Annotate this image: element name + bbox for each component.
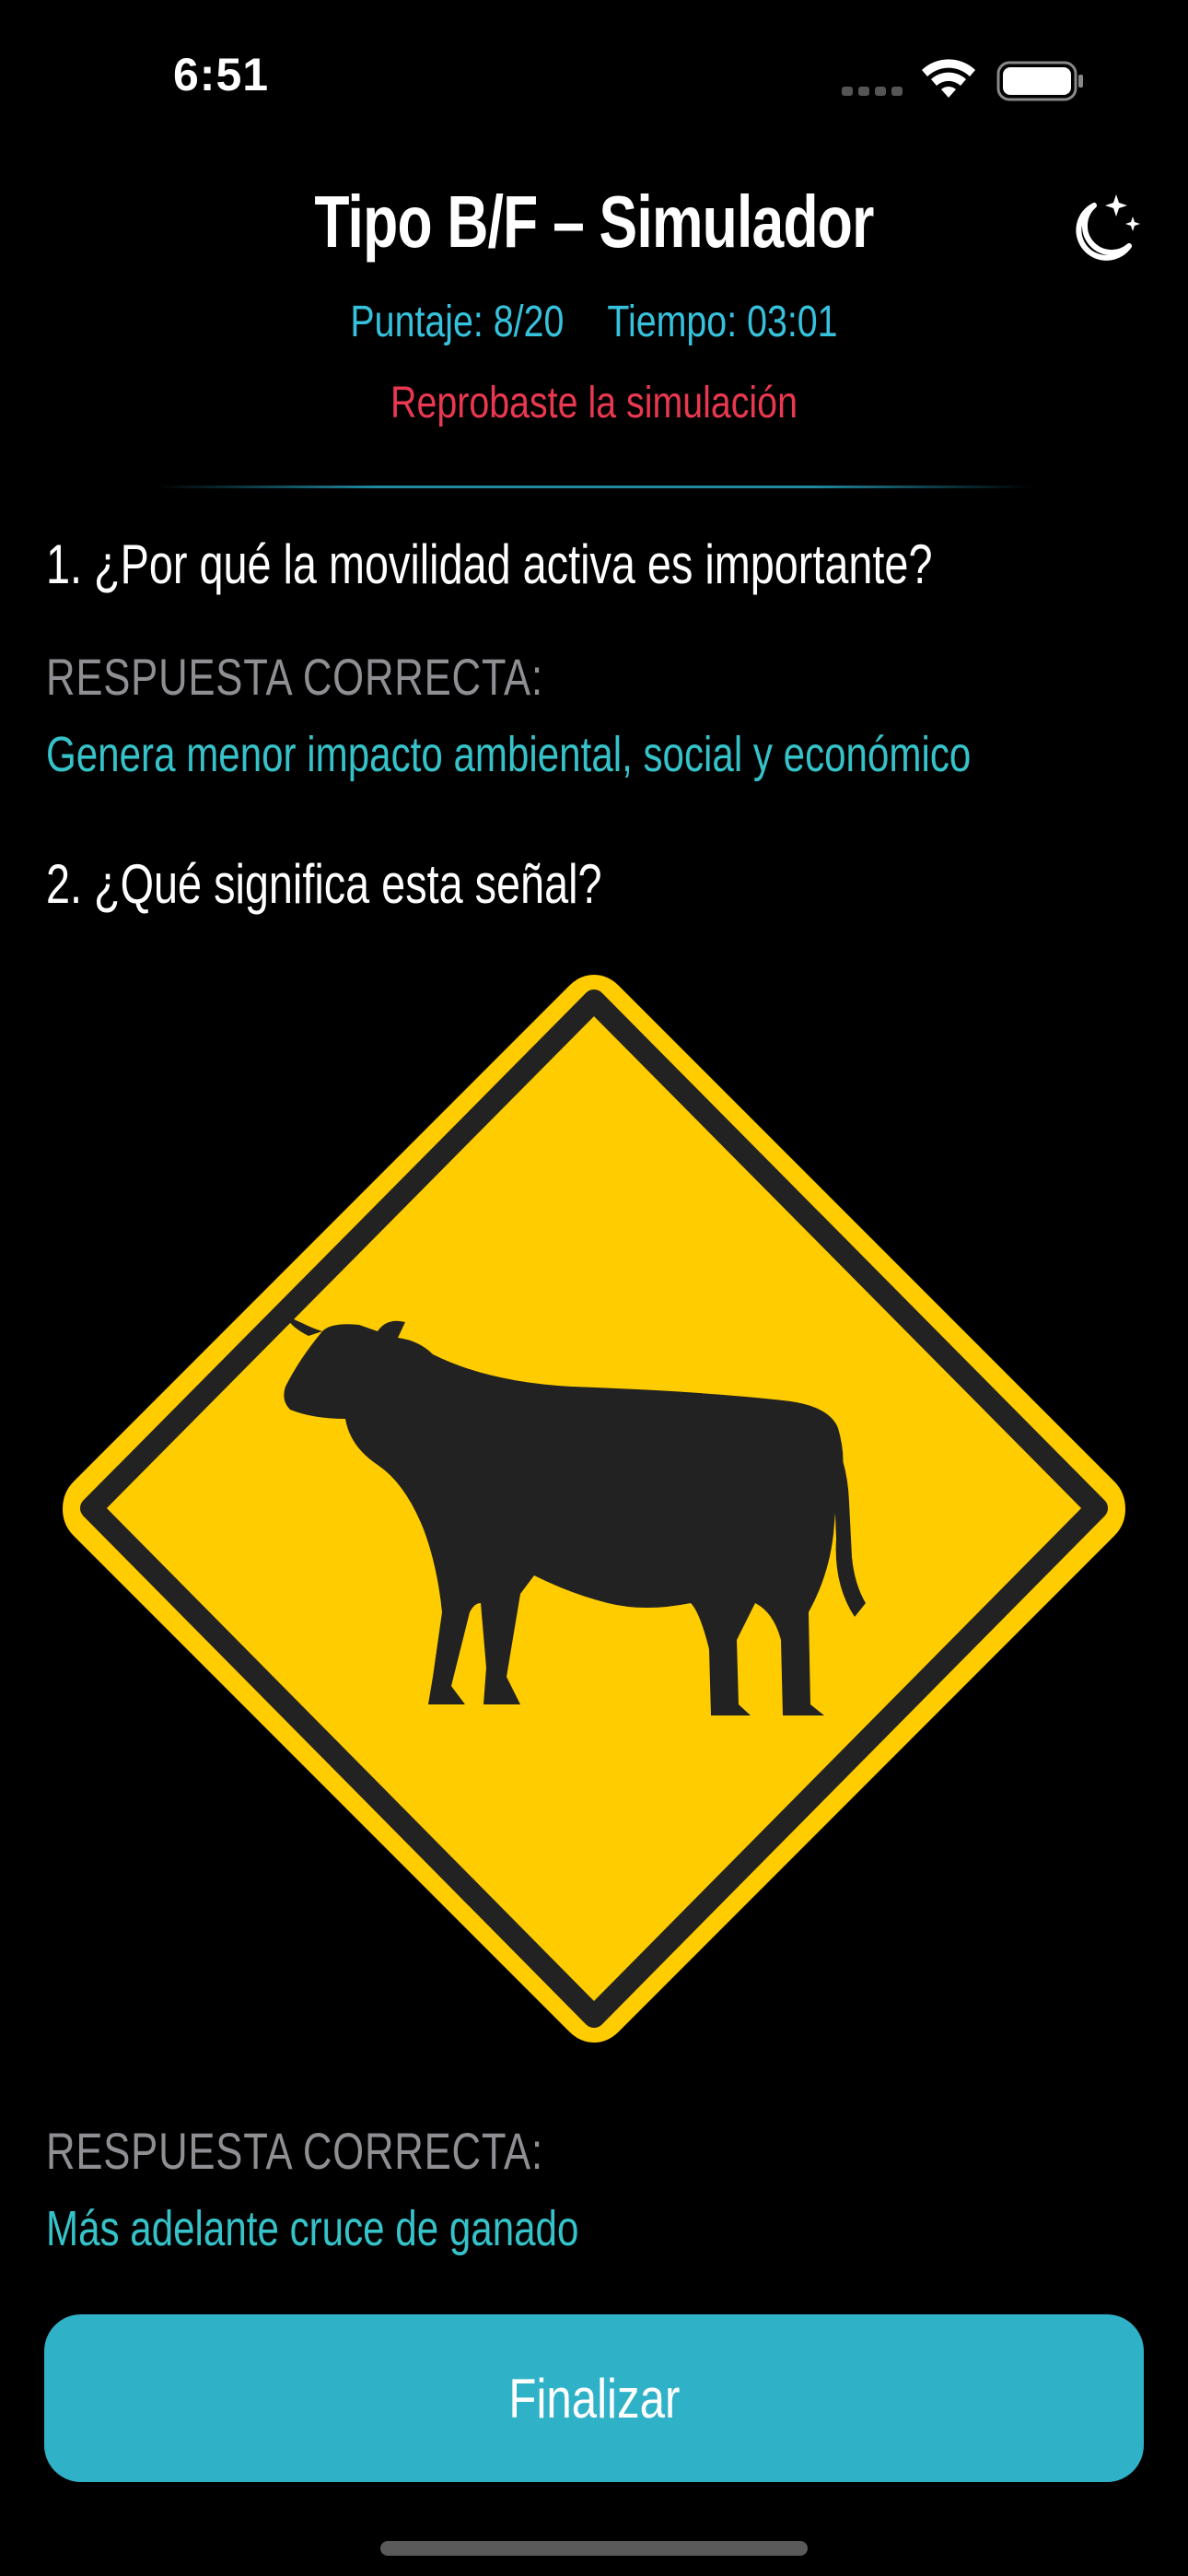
- result-message: Reprobaste la simulación: [390, 379, 798, 427]
- time-label: Tiempo: 03:01: [607, 298, 838, 346]
- page-title: Tipo B/F – Simulador: [314, 181, 874, 263]
- status-icons: [842, 59, 1083, 101]
- question-2-text: 2. ¿Qué significa esta señal?: [46, 853, 602, 915]
- divider: [157, 486, 1031, 488]
- score-label: Puntaje: 8/20: [350, 298, 565, 346]
- question-1-text: 1. ¿Por qué la movilidad activa es impor…: [46, 533, 933, 595]
- question-1-answer: Genera menor impacto ambiental, social y…: [46, 727, 972, 782]
- question-2-answer-label: RESPUESTA CORRECTA:: [46, 2122, 543, 2180]
- finish-button-label: Finalizar: [508, 2367, 680, 2430]
- home-indicator[interactable]: [380, 2541, 808, 2556]
- finish-button[interactable]: Finalizar: [44, 2314, 1144, 2482]
- question-2-answer: Más adelante cruce de ganado: [46, 2201, 579, 2256]
- question-1-answer-label: RESPUESTA CORRECTA:: [46, 648, 543, 706]
- cellular-signal-icon: [842, 87, 903, 96]
- moon-stars-icon[interactable]: [1059, 189, 1142, 272]
- wifi-icon: [922, 59, 975, 98]
- status-time: 6:51: [173, 49, 270, 100]
- battery-icon: [996, 61, 1083, 101]
- cattle-crossing-sign-image: [63, 975, 1125, 2043]
- score-time-row: Puntaje: 8/20 Tiempo: 03:01: [107, 297, 1081, 347]
